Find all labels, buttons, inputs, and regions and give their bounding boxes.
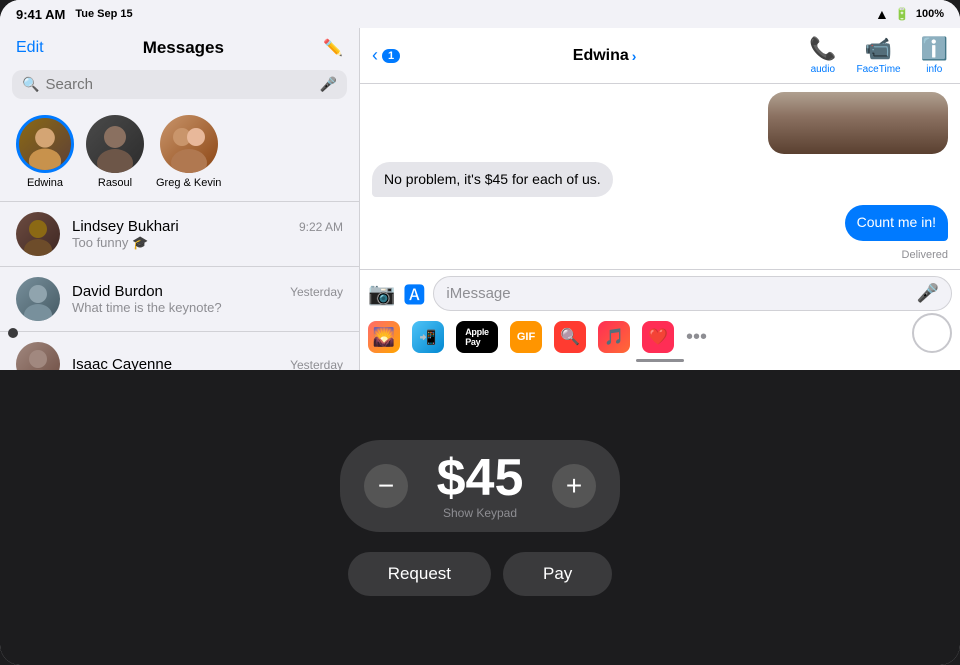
contact-name[interactable]: Edwina ›	[573, 47, 637, 65]
back-chevron-icon: ‹	[372, 45, 378, 66]
mic-icon[interactable]: 🎤	[320, 76, 337, 93]
pay-minus-button[interactable]: −	[364, 464, 408, 508]
message-list: Lindsey Bukhari 9:22 AM Too funny 🎓 Davi…	[0, 201, 359, 370]
chat-header: ‹ 1 Edwina › 📞 audio 📹 FaceTime	[360, 28, 960, 84]
avatar-circle-edwina	[16, 115, 74, 173]
home-button[interactable]	[912, 313, 952, 353]
search-input[interactable]	[45, 76, 313, 93]
app-strip: 🌄 📲 ApplePay GIF 🔍 🎵 ❤️ •••	[368, 317, 952, 357]
conversation-isaac[interactable]: Isaac Cayenne Yesterday	[0, 331, 359, 370]
info-icon: ℹ️	[921, 36, 948, 62]
heart-icon[interactable]: ❤️	[642, 321, 674, 353]
status-time: 9:41 AM	[16, 7, 65, 22]
pay-plus-button[interactable]: +	[552, 464, 596, 508]
request-button[interactable]: Request	[348, 552, 491, 596]
pay-amount-control: − $45 Show Keypad +	[340, 440, 620, 532]
info-button[interactable]: ℹ️ info	[921, 36, 948, 75]
avatar-item-edwina[interactable]: Edwina	[16, 115, 74, 189]
photo-message	[768, 92, 948, 154]
camera-button[interactable]: 📷	[368, 281, 395, 307]
chat-input-area: 📷 🅰 iMessage 🎤 🌄 📲 ApplePay GIF 🔍	[360, 269, 960, 370]
avatar-label-rasoul: Rasoul	[98, 177, 132, 189]
apple-pay-icon[interactable]: ApplePay	[456, 321, 498, 353]
status-bar: 9:41 AM Tue Sep 15 ▲ 🔋 100%	[0, 0, 960, 28]
back-button[interactable]: ‹ 1	[372, 45, 400, 66]
avatar-label-greg-kevin: Greg & Kevin	[156, 177, 221, 189]
pay-amount-value: $45	[437, 452, 524, 504]
msg-preview-david: What time is the keynote?	[72, 300, 343, 315]
delivered-label: Delivered	[902, 249, 948, 261]
search-icon: 🔍	[22, 76, 39, 93]
msg-name-isaac: Isaac Cayenne	[72, 356, 172, 371]
chat-actions: 📞 audio 📹 FaceTime ℹ️ info	[809, 36, 948, 75]
avatar-circle-greg	[160, 115, 218, 173]
photo-inner	[768, 92, 948, 154]
back-badge: 1	[382, 49, 400, 63]
msg-name-lindsey: Lindsey Bukhari	[72, 218, 179, 235]
msg-content-isaac: Isaac Cayenne Yesterday	[72, 356, 343, 371]
conversation-david[interactable]: David Burdon Yesterday What time is the …	[0, 266, 359, 331]
message-received: No problem, it's $45 for each of us.	[372, 162, 613, 198]
side-dot	[8, 328, 18, 338]
gif-icon[interactable]: GIF	[510, 321, 542, 353]
chat-pane: ‹ 1 Edwina › 📞 audio 📹 FaceTime	[360, 0, 960, 370]
msg-name-david: David Burdon	[72, 283, 163, 300]
ipad-frame: 9:41 AM Tue Sep 15 ▲ 🔋 100% Edit Message…	[0, 0, 960, 665]
sidebar-title: Messages	[44, 38, 324, 58]
pay-button[interactable]: Pay	[503, 552, 612, 596]
avatar-item-rasoul[interactable]: Rasoul	[86, 115, 144, 189]
chat-input-row: 📷 🅰 iMessage 🎤	[368, 276, 952, 311]
facetime-label: FaceTime	[857, 64, 901, 75]
msg-time-david: Yesterday	[290, 285, 343, 299]
msg-preview-lindsey: Too funny 🎓	[72, 235, 343, 251]
avatar-label-edwina: Edwina	[27, 177, 63, 189]
search-messages-icon[interactable]: 🔍	[554, 321, 586, 353]
wifi-icon: ▲	[875, 6, 889, 22]
audio-label: audio	[811, 64, 835, 75]
battery-level: 100%	[916, 8, 944, 20]
msg-content-lindsey: Lindsey Bukhari 9:22 AM Too funny 🎓	[72, 218, 343, 251]
imessage-input[interactable]: iMessage 🎤	[433, 276, 952, 311]
compose-button[interactable]: ✏️	[323, 38, 343, 58]
msg-time-isaac: Yesterday	[290, 358, 343, 371]
chat-messages: No problem, it's $45 for each of us. Cou…	[360, 84, 960, 269]
avatar-row: Edwina Rasoul Greg & Kevin	[0, 107, 359, 201]
avatar-david	[16, 277, 60, 321]
sidebar-header: Edit Messages ✏️	[0, 28, 359, 66]
msg-content-david: David Burdon Yesterday What time is the …	[72, 283, 343, 315]
status-date: Tue Sep 15	[75, 8, 132, 20]
apps-icon[interactable]: 📲	[412, 321, 444, 353]
pay-amount-display: $45 Show Keypad	[408, 452, 552, 520]
conversation-lindsey[interactable]: Lindsey Bukhari 9:22 AM Too funny 🎓	[0, 201, 359, 266]
show-keypad-label[interactable]: Show Keypad	[443, 506, 517, 520]
phone-icon: 📞	[809, 36, 836, 62]
avatar-item-greg-kevin[interactable]: Greg & Kevin	[156, 115, 221, 189]
photos-app-icon[interactable]: 🌄	[368, 321, 400, 353]
video-icon: 📹	[865, 36, 892, 62]
search-bar[interactable]: 🔍 🎤	[12, 70, 347, 99]
message-sent: Count me in!	[845, 205, 948, 241]
facetime-button[interactable]: 📹 FaceTime	[857, 36, 901, 75]
messages-sidebar: Edit Messages ✏️ 🔍 🎤 Edwina	[0, 0, 360, 370]
msg-time-lindsey: 9:22 AM	[299, 220, 343, 234]
music-icon[interactable]: 🎵	[598, 321, 630, 353]
avatar-isaac	[16, 342, 60, 370]
pay-action-buttons: Request Pay	[348, 552, 613, 596]
apple-pay-section: − $45 Show Keypad + Request Pay	[0, 370, 960, 665]
audio-input-icon[interactable]: 🎤	[917, 283, 939, 304]
contact-name-text: Edwina	[573, 47, 629, 65]
edit-button[interactable]: Edit	[16, 39, 44, 57]
top-section: Edit Messages ✏️ 🔍 🎤 Edwina	[0, 0, 960, 370]
contact-chevron-icon: ›	[632, 48, 637, 64]
more-apps-icon[interactable]: •••	[686, 326, 707, 349]
divider	[636, 359, 684, 362]
info-label: info	[926, 64, 942, 75]
app-store-button[interactable]: 🅰	[403, 278, 425, 310]
battery-icon: 🔋	[895, 7, 910, 21]
audio-call-button[interactable]: 📞 audio	[809, 36, 836, 75]
imessage-placeholder: iMessage	[446, 285, 510, 302]
avatar-lindsey	[16, 212, 60, 256]
avatar-circle-rasoul	[86, 115, 144, 173]
